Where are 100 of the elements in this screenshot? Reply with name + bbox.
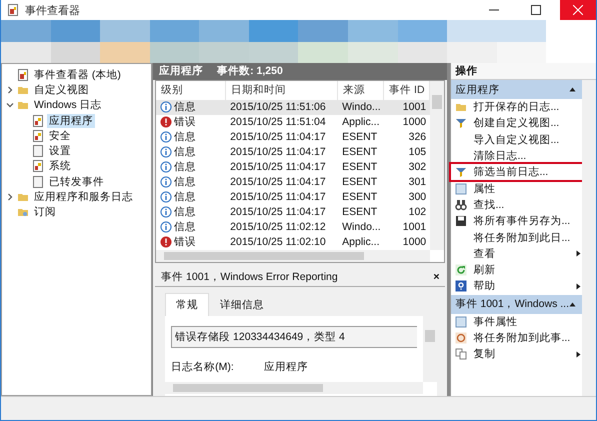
detail-title: 事件 1001，Windows Error Reporting	[161, 270, 338, 284]
close-button[interactable]: ×	[433, 270, 440, 282]
action-item[interactable]: 查看	[451, 246, 582, 262]
filter-icon	[455, 166, 468, 178]
submenu-arrow-icon[interactable]	[575, 282, 582, 290]
submenu-arrow-icon[interactable]	[575, 250, 582, 258]
refresh-icon	[455, 264, 468, 276]
event-id-cell-text: 1001	[402, 220, 428, 235]
section-header[interactable]: 应用程序	[451, 80, 582, 99]
level-cell: 信息	[156, 100, 226, 115]
page-icon	[32, 176, 44, 188]
event-id-cell-text: 1000	[402, 115, 428, 130]
section-header[interactable]: 事件 1001，Windows ...	[451, 294, 582, 314]
tree-item[interactable]: 应用程序和服务日志	[32, 190, 135, 204]
event-id-cell-text: 300	[408, 190, 428, 205]
source-cell-text: Windo...	[341, 100, 382, 115]
tree-item[interactable]: Windows 日志	[32, 98, 104, 112]
source-cell-text: ESENT	[341, 190, 378, 205]
collapsed-caret-icon[interactable]	[6, 193, 14, 202]
level-cell: 信息	[156, 144, 226, 160]
horizontal-scrollbar[interactable]	[165, 382, 424, 394]
action-item[interactable]: 刷新	[451, 262, 582, 278]
event-id-cell-text: 301	[408, 175, 428, 190]
source-cell-text: ESENT	[341, 130, 378, 145]
help-icon	[455, 280, 468, 292]
date-cell-text: 2015/10/25 11:04:17	[229, 130, 327, 145]
log-icon	[32, 114, 44, 127]
tab[interactable]: 常规	[165, 293, 210, 316]
info-icon	[160, 101, 172, 114]
tree-item[interactable]: 已转发事件	[47, 174, 106, 189]
folder-icon	[455, 101, 468, 114]
message-field[interactable]: 错误存储段 120334434649，类型 4	[171, 326, 418, 348]
tree-item[interactable]: 应用程序	[47, 114, 95, 128]
action-item[interactable]: 将任务附加到此事...	[451, 330, 582, 346]
folder-icon	[17, 191, 29, 204]
horizontal-scrollbar[interactable]	[156, 250, 430, 262]
action-item[interactable]: 事件属性	[451, 314, 582, 330]
action-item[interactable]: 创建自定义视图...	[451, 115, 582, 132]
level-cell: 信息	[156, 220, 226, 235]
log-icon	[32, 160, 44, 172]
source-cell-text: Applic...	[341, 235, 380, 250]
tree-item[interactable]: 安全	[47, 128, 73, 143]
action-item[interactable]: 筛选当前日志...	[451, 164, 582, 180]
action-item[interactable]: 复制	[451, 346, 582, 362]
collapse-icon[interactable]	[569, 300, 576, 308]
date-cell-text: 2015/10/25 11:04:17	[229, 205, 327, 220]
filter-icon	[455, 117, 468, 130]
action-item[interactable]: 导入自定义视图...	[451, 132, 582, 148]
action-item[interactable]: 将任务附加到此日...	[451, 229, 582, 246]
close-button[interactable]	[560, 0, 596, 20]
properties-icon	[455, 182, 468, 195]
date-cell-text: 2015/10/25 11:02:12	[229, 220, 327, 235]
source-cell-text: Windo...	[341, 220, 382, 235]
level-cell: 信息	[156, 204, 226, 220]
vertical-scrollbar[interactable]	[430, 80, 444, 250]
action-item[interactable]: 属性	[451, 180, 582, 197]
folder-icon	[17, 99, 29, 112]
action-item[interactable]: 将所有事件另存为...	[451, 213, 582, 230]
action-item[interactable]: 打开保存的日志...	[451, 99, 582, 116]
date-cell-text: 2015/10/25 11:04:17	[229, 190, 327, 205]
maximize-icon	[531, 5, 541, 15]
action-item[interactable]: 查找...	[451, 196, 582, 214]
event-id-cell-text: 105	[408, 145, 428, 160]
log-icon	[32, 130, 44, 142]
tree-item[interactable]: 设置	[47, 144, 73, 158]
expanded-caret-icon[interactable]	[6, 101, 14, 110]
date-cell-text: 2015/10/25 11:51:04	[229, 115, 327, 130]
event-count: 事件数: 1,250	[217, 64, 283, 78]
vertical-scrollbar[interactable]	[582, 80, 596, 396]
date-cell-text: 2015/10/25 11:51:06	[229, 100, 327, 115]
source-cell-text: ESENT	[341, 160, 378, 175]
binoculars-icon	[455, 198, 468, 211]
save-icon	[455, 215, 468, 228]
window-title: 事件查看器	[25, 4, 81, 18]
subscription-icon	[17, 206, 29, 218]
level-cell: 信息	[156, 160, 226, 175]
field-value: 应用程序	[264, 360, 308, 374]
date-cell-text: 2015/10/25 11:02:10	[229, 235, 327, 250]
tree-item[interactable]: 自定义视图	[32, 82, 91, 97]
action-item[interactable]: 清除日志...	[451, 148, 582, 164]
level-cell: 信息	[156, 174, 226, 190]
event-id-cell-text: 102	[408, 205, 428, 220]
event-viewer-icon	[7, 4, 19, 16]
collapsed-caret-icon[interactable]	[6, 86, 14, 94]
source-cell-text: ESENT	[341, 175, 378, 190]
level-cell: 错误	[156, 234, 226, 250]
tree-item[interactable]: 订阅	[32, 205, 58, 220]
properties-icon	[455, 316, 468, 328]
event-id-cell-text: 302	[408, 160, 428, 175]
submenu-arrow-icon[interactable]	[575, 350, 582, 358]
collapse-icon[interactable]	[569, 86, 576, 93]
tree-item[interactable]: 事件查看器 (本地)	[32, 68, 123, 82]
actions-title: 操作	[451, 63, 596, 80]
tree-item[interactable]: 系统	[47, 159, 73, 174]
action-item[interactable]: 帮助	[451, 278, 582, 295]
source-cell-text: ESENT	[341, 205, 378, 220]
clock-icon	[455, 332, 468, 344]
field-label: 日志名称(M):	[171, 360, 234, 374]
source-cell-text: Applic...	[341, 115, 380, 130]
close-icon	[573, 5, 583, 15]
